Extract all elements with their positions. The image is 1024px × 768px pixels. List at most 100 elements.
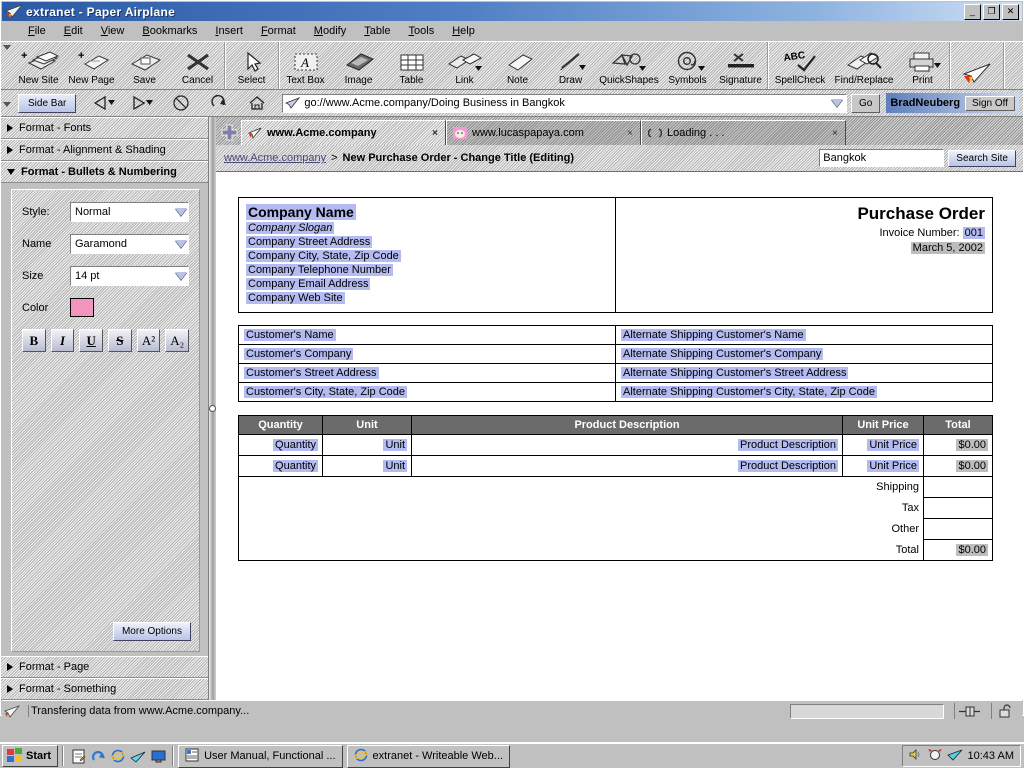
toolbar-button-new-site[interactable]: + New Site [12,43,65,88]
item-field-quantity[interactable]: Quantity [273,439,318,451]
company-street[interactable]: Company Street Address [246,236,373,248]
select-style[interactable]: Normal [70,202,189,222]
reload-button[interactable] [200,91,238,115]
customer-field[interactable]: Customer's Company [244,348,354,360]
toolbar-gripper[interactable] [1,42,12,89]
tab-www-acme-company[interactable]: www.Acme.company × [241,120,446,145]
open-padlock-icon[interactable] [991,703,1022,719]
underline-button[interactable]: U [79,329,104,352]
toolbar-button-spellcheck[interactable]: ABC SpellCheck [768,43,832,88]
superscript-button[interactable]: A² [136,329,161,352]
select-size[interactable]: 14 pt [70,266,189,286]
chevron-down-icon[interactable] [174,270,188,282]
paper-airplane-icon[interactable] [946,748,963,764]
toolbar-button-image[interactable]: Image [332,43,385,88]
breadcrumb-link[interactable]: www.Acme.company [224,152,326,164]
company-slogan[interactable]: Company Slogan [246,222,335,234]
item-field-total[interactable]: $0.00 [956,460,988,472]
subscript-button[interactable]: A₂ [165,329,190,352]
menu-item-insert[interactable]: Insert [206,23,252,39]
toolbar-button-link[interactable]: Link [438,43,491,88]
summary-value[interactable]: $0.00 [956,544,988,556]
close-icon[interactable]: × [832,128,838,139]
select-name[interactable]: Garamond [70,234,189,254]
menu-item-edit[interactable]: Edit [55,23,92,39]
toolbar-button-table[interactable]: Table [385,43,438,88]
search-site-button[interactable]: Search Site [948,149,1016,167]
menu-item-format[interactable]: Format [252,23,305,39]
display-icon[interactable] [148,746,168,766]
item-field-unit[interactable]: Unit [383,439,407,451]
taskbar-item[interactable]: User Manual, Functional ... [178,744,343,768]
refresh-icon[interactable] [88,746,108,766]
customer-field[interactable]: Customer's Street Address [244,367,379,379]
paper-airplane-icon[interactable] [128,746,148,766]
volume-icon[interactable] [909,748,923,764]
company-email[interactable]: Company Email Address [246,278,371,290]
color-swatch[interactable] [70,298,94,317]
sidebar-section-format-alignment-shading[interactable]: Format - Alignment & Shading [1,139,208,161]
italic-button[interactable]: I [50,329,75,352]
company-telephone[interactable]: Company Telephone Number [246,264,393,276]
sign-off-button[interactable]: Sign Off [965,95,1015,111]
maximize-button[interactable]: ❐ [983,4,1000,20]
home-button[interactable] [238,91,276,115]
go-button[interactable]: Go [851,93,881,113]
item-field-description[interactable]: Product Description [738,439,838,451]
stop-button[interactable] [162,91,200,115]
back-button[interactable] [86,91,124,115]
customer-field[interactable]: Alternate Shipping Customer's Name [621,329,806,341]
toolbar-button-new-page[interactable]: + New Page [65,43,118,88]
chevron-down-icon[interactable] [174,238,188,250]
toolbar-button-cancel[interactable]: Cancel [171,43,224,88]
close-button[interactable]: ✕ [1002,4,1019,20]
close-icon[interactable]: × [432,128,438,139]
internet-explorer-icon[interactable] [108,746,128,766]
sidebar-section-format-something[interactable]: Format - Something [1,678,208,700]
toolbar-button-print[interactable]: Print [896,43,949,88]
forward-button[interactable] [124,91,162,115]
toolbar-button-save[interactable]: Save [118,43,171,88]
tab-loading-[interactable]: Loading . . . × [641,120,846,145]
customer-field[interactable]: Alternate Shipping Customer's City, Stat… [621,386,877,398]
document-canvas[interactable]: Company Name Company Slogan Company Stre… [216,172,1023,700]
item-field-total[interactable]: $0.00 [956,439,988,451]
network-connection-icon[interactable] [954,703,985,719]
toolbar-button-note[interactable]: Note [491,43,544,88]
invoice-number-value[interactable]: 001 [962,227,985,239]
bold-button[interactable]: B [22,329,46,352]
address-bar[interactable]: go://www.Acme.company/Doing Business in … [282,93,848,113]
menu-item-table[interactable]: Table [355,23,399,39]
item-field-quantity[interactable]: Quantity [273,460,318,472]
toolbar-button-paper-airplane[interactable] [950,43,1003,88]
item-field-unit_price[interactable]: Unit Price [867,439,919,451]
sidebar-section-format-bullets-numbering[interactable]: Format - Bullets & Numbering [1,161,208,183]
side-bar-button[interactable]: Side Bar [18,93,77,113]
company-name[interactable]: Company Name [246,204,356,220]
minimize-button[interactable]: _ [964,4,981,20]
tab-www-lucaspapaya-com[interactable]: www.lucaspapaya.com × [446,120,641,145]
menu-item-tools[interactable]: Tools [400,23,444,39]
address-dropdown-button[interactable] [830,97,844,109]
purchase-order-date[interactable]: March 5, 2002 [910,242,985,254]
item-field-description[interactable]: Product Description [738,460,838,472]
start-button[interactable]: Start [2,745,59,767]
toolbar-button-draw[interactable]: Draw [544,43,597,88]
company-city[interactable]: Company City, State, Zip Code [246,250,401,262]
toolbar-button-select[interactable]: Select [225,43,278,88]
company-website[interactable]: Company Web Site [246,292,345,304]
customer-field[interactable]: Alternate Shipping Customer's Company [621,348,824,360]
close-icon[interactable]: × [627,128,633,139]
item-field-unit[interactable]: Unit [383,460,407,472]
customer-field[interactable]: Customer's Name [244,329,336,341]
taskbar-item[interactable]: extranet - Writeable Web... [346,744,510,768]
clock-alarm-icon[interactable] [927,748,942,764]
search-input[interactable]: Bangkok [819,149,945,167]
plus-icon[interactable] [219,122,239,142]
sidebar-section-format-fonts[interactable]: Format - Fonts [1,117,208,139]
item-field-unit_price[interactable]: Unit Price [867,460,919,472]
menu-item-view[interactable]: View [92,23,134,39]
more-options-button[interactable]: More Options [112,622,191,641]
chevron-down-icon[interactable] [174,206,188,218]
sidebar-splitter[interactable] [209,117,216,700]
